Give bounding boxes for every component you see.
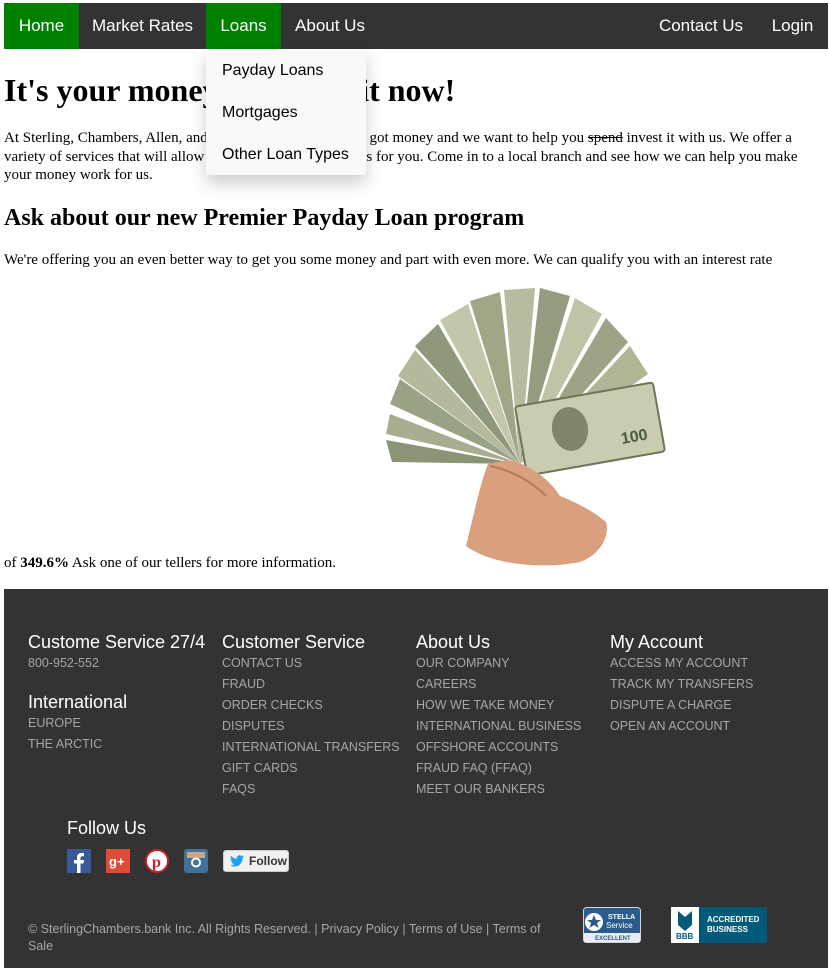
footer-link-track-my-transfers[interactable]: TRACK MY TRANSFERS bbox=[610, 677, 753, 691]
footer-link-order-checks[interactable]: ORDER CHECKS bbox=[222, 698, 323, 712]
nav-about-us[interactable]: About Us bbox=[281, 3, 379, 49]
footer-link-the-arctic[interactable]: THE ARCTIC bbox=[28, 737, 102, 751]
footer-link-how-we-take-money[interactable]: HOW WE TAKE MONEY bbox=[416, 698, 554, 712]
footer-link-open-an-account[interactable]: OPEN AN ACCOUNT bbox=[610, 719, 730, 733]
intro-paragraph: At Sterling, Chambers, Allen, and Partne… bbox=[4, 129, 826, 185]
rate-suffix: Ask one of our tellers for more informat… bbox=[69, 555, 337, 571]
stella-badge-line2: Service bbox=[606, 921, 633, 930]
twitter-follow-button[interactable]: Follow bbox=[223, 850, 289, 872]
footer-col2-title: Customer Service bbox=[222, 632, 366, 652]
bbb-badge-line1: ACCREDITED bbox=[707, 915, 760, 924]
dropdown-item-other-loan-types[interactable]: Other Loan Types bbox=[222, 146, 349, 164]
footer-link-access-my-account[interactable]: ACCESS MY ACCOUNT bbox=[610, 656, 748, 670]
bbb-badge-line2: BUSINESS bbox=[707, 925, 749, 934]
separator: | bbox=[398, 922, 409, 936]
dropdown-item-mortgages[interactable]: Mortgages bbox=[222, 104, 298, 122]
privacy-policy-link[interactable]: Privacy Policy bbox=[321, 922, 399, 936]
facebook-icon[interactable] bbox=[67, 849, 91, 873]
site-footer: Custome Service 27/4 800-952-552 Interna… bbox=[4, 589, 828, 968]
nav-contact-us[interactable]: Contact Us bbox=[645, 3, 757, 49]
footer-link-dispute-a-charge[interactable]: DISPUTE A CHARGE bbox=[610, 698, 732, 712]
footer-link-fraud-faq[interactable]: FRAUD FAQ (FFAQ) bbox=[416, 761, 532, 775]
svg-text:g+: g+ bbox=[109, 854, 125, 869]
top-navbar: Home Market Rates Loans About Us Contact… bbox=[4, 3, 828, 49]
nav-loans[interactable]: Loans bbox=[206, 3, 281, 49]
separator-2: | bbox=[482, 922, 493, 936]
footer-link-our-company[interactable]: OUR COMPANY bbox=[416, 656, 510, 670]
dropdown-item-payday-loans[interactable]: Payday Loans bbox=[222, 62, 323, 80]
rate-prefix: of bbox=[4, 555, 21, 571]
money-fan-image: 100 bbox=[386, 288, 666, 566]
loans-dropdown-menu: Payday Loans Mortgages Other Loan Types bbox=[206, 49, 366, 175]
instagram-icon[interactable] bbox=[184, 849, 208, 873]
footer-link-contact-us[interactable]: CONTACT US bbox=[222, 656, 302, 670]
terms-of-use-link[interactable]: Terms of Use bbox=[409, 922, 483, 936]
google-plus-icon[interactable]: g+ bbox=[106, 849, 130, 873]
hand bbox=[466, 460, 607, 566]
footer-link-meet-our-bankers[interactable]: MEET OUR BANKERS bbox=[416, 782, 545, 796]
nav-market-rates[interactable]: Market Rates bbox=[79, 3, 206, 49]
footer-link-offshore-accounts[interactable]: OFFSHORE ACCOUNTS bbox=[416, 740, 558, 754]
footer-link-disputes[interactable]: DISPUTES bbox=[222, 719, 285, 733]
offer-paragraph: We're offering you an even better way to… bbox=[4, 252, 773, 268]
nav-login[interactable]: Login bbox=[757, 3, 828, 49]
footer-link-international-transfers[interactable]: INTERNATIONAL TRANSFERS bbox=[222, 740, 400, 754]
footer-col1-title: Custome Service 27/4 bbox=[28, 632, 206, 652]
footer-phone-number[interactable]: 800-952-552 bbox=[28, 656, 99, 670]
stella-service-badge[interactable]: STELLA Service EXCELLENT bbox=[583, 907, 641, 943]
footer-col4-title: My Account bbox=[610, 632, 704, 652]
footer-link-faqs[interactable]: FAQS bbox=[222, 782, 255, 796]
footer-link-europe[interactable]: EUROPE bbox=[28, 716, 81, 730]
footer-link-fraud[interactable]: FRAUD bbox=[222, 677, 265, 691]
stella-badge-line1: STELLA bbox=[608, 914, 635, 921]
nav-home[interactable]: Home bbox=[4, 3, 79, 49]
bbb-badge-logo: BBB bbox=[676, 932, 694, 941]
pinterest-icon[interactable]: p bbox=[145, 849, 169, 873]
twitter-follow-label: Follow bbox=[249, 854, 287, 868]
footer-international-title: International bbox=[28, 692, 128, 712]
follow-us-title: Follow Us bbox=[67, 818, 147, 838]
twitter-bird-icon bbox=[230, 855, 244, 867]
interest-rate-value: 349.6% bbox=[20, 555, 69, 571]
svg-text:p: p bbox=[152, 854, 161, 871]
copyright-notice: © SterlingChambers.bank Inc. All Rights … bbox=[28, 922, 322, 936]
footer-link-careers[interactable]: CAREERS bbox=[416, 677, 476, 691]
stella-badge-line3: EXCELLENT bbox=[595, 936, 631, 942]
footer-link-gift-cards[interactable]: GIFT CARDS bbox=[222, 761, 297, 775]
bbb-accredited-badge[interactable]: BBB ACCREDITED BUSINESS bbox=[671, 907, 767, 943]
interest-rate-line: of 349.6% Ask one of our tellers for mor… bbox=[4, 555, 336, 572]
copyright-text: © SterlingChambers.bank Inc. All Rights … bbox=[28, 921, 548, 955]
footer-link-international-business[interactable]: INTERNATIONAL BUSINESS bbox=[416, 719, 581, 733]
promo-headline: Ask about our new Premier Payday Loan pr… bbox=[4, 205, 525, 231]
footer-col3-title: About Us bbox=[416, 632, 491, 652]
struck-word: spend bbox=[587, 130, 623, 146]
